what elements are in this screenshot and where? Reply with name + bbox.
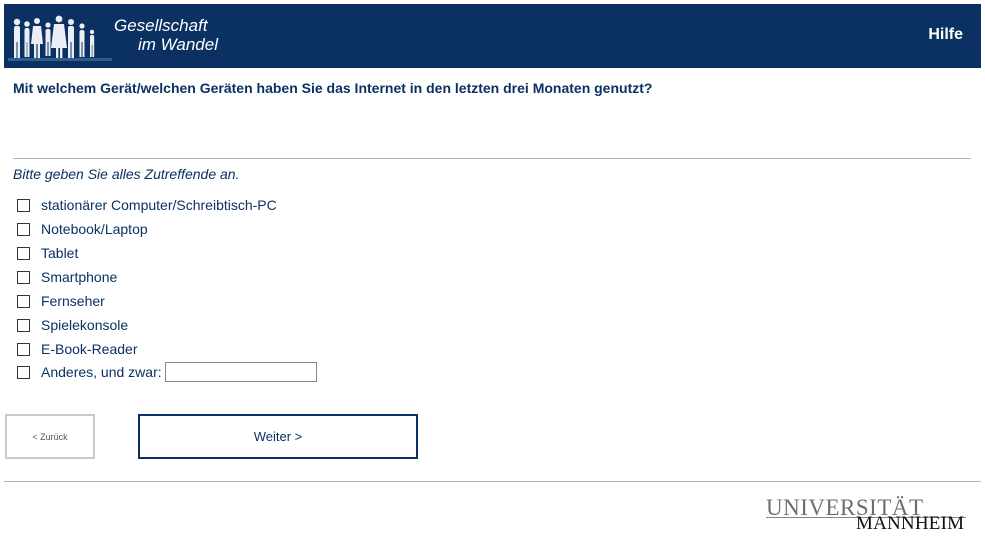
option-other[interactable]: Anderes, und zwar: [17, 362, 317, 382]
header-bar: Gesellschaft im Wandel Hilfe [4, 4, 981, 68]
option-label: Anderes, und zwar: [41, 364, 162, 380]
option-ebook-reader[interactable]: E-Book-Reader [17, 339, 138, 359]
checkbox[interactable] [17, 246, 30, 260]
checkbox[interactable] [17, 342, 30, 356]
checkbox[interactable] [17, 198, 30, 212]
option-tv[interactable]: Fernseher [17, 291, 105, 311]
checkbox[interactable] [17, 294, 30, 308]
brand-title-line1: Gesellschaft [114, 16, 208, 35]
checkbox[interactable] [17, 270, 30, 284]
option-smartphone[interactable]: Smartphone [17, 267, 117, 287]
checkbox[interactable] [17, 365, 30, 379]
checkbox[interactable] [17, 318, 30, 332]
other-text-input[interactable] [164, 362, 317, 382]
option-label: E-Book-Reader [41, 341, 138, 357]
option-game-console[interactable]: Spielekonsole [17, 315, 128, 335]
people-silhouettes-icon [8, 15, 112, 61]
divider [13, 158, 971, 159]
brand-title-line2: im Wandel [138, 35, 218, 54]
option-label: Tablet [41, 245, 79, 261]
option-label: Notebook/Laptop [41, 221, 148, 237]
question-hint: Bitte geben Sie alles Zutreffende an. [13, 166, 240, 182]
option-notebook[interactable]: Notebook/Laptop [17, 219, 148, 239]
back-button[interactable]: < Zurück [5, 414, 95, 459]
option-tablet[interactable]: Tablet [17, 243, 78, 263]
question-text: Mit welchem Gerät/welchen Geräten haben … [13, 80, 653, 96]
footer-divider [4, 481, 981, 482]
university-logo: UNIVERSITÄT MANNHEIM [766, 496, 966, 536]
option-label: Spielekonsole [41, 317, 129, 333]
option-label: Fernseher [41, 293, 105, 309]
option-desktop-pc[interactable]: stationärer Computer/Schreibtisch-PC [17, 195, 277, 215]
brand-title: Gesellschaft im Wandel [114, 16, 218, 54]
checkbox[interactable] [17, 222, 30, 236]
brand-logo: Gesellschaft im Wandel [4, 4, 244, 68]
help-link[interactable]: Hilfe [928, 26, 963, 44]
option-label: Smartphone [41, 269, 118, 285]
option-label: stationärer Computer/Schreibtisch-PC [41, 197, 277, 213]
next-button[interactable]: Weiter > [138, 414, 418, 459]
university-logo-line2: MANNHEIM [856, 513, 965, 534]
